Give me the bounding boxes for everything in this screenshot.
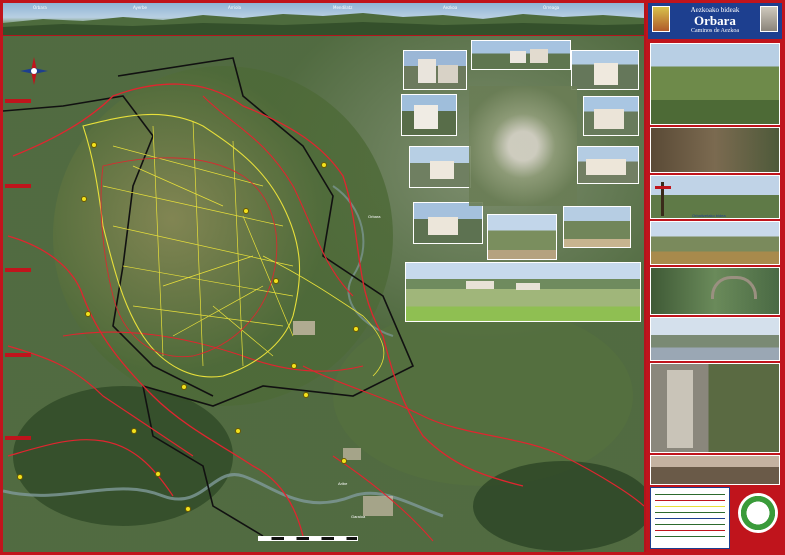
page-title: Orbara	[694, 13, 736, 28]
panorama-strip: Orbara Ayerbe Arriola Mendilatz Aezkoa O…	[3, 3, 644, 35]
legend-line	[655, 512, 725, 513]
waypoint-marker[interactable]	[243, 208, 249, 214]
waypoint-marker[interactable]	[273, 278, 279, 284]
village-photo[interactable]	[401, 94, 457, 136]
edge-label	[5, 184, 31, 188]
village-aerial-inset	[469, 86, 577, 206]
aerial-map[interactable]: Orbara Aribe Garaioa	[3, 36, 644, 552]
waypoint-marker[interactable]	[341, 458, 347, 464]
place-label: Orbara	[368, 214, 381, 219]
waypoint-marker[interactable]	[17, 474, 23, 480]
waypoint-marker[interactable]	[85, 311, 91, 317]
waypoint-marker[interactable]	[321, 162, 327, 168]
waypoint-marker[interactable]	[303, 392, 309, 398]
edge-label	[5, 353, 31, 357]
title-box: Aezkoako bideak Orbara Caminos de Aezkoa	[648, 3, 782, 39]
village-photo[interactable]	[403, 50, 467, 90]
village-photo[interactable]	[409, 146, 471, 188]
village-photo[interactable]	[413, 202, 483, 244]
landscape-photo[interactable]	[563, 206, 631, 248]
sidebar-photo[interactable]	[650, 221, 780, 265]
village-photo[interactable]	[571, 50, 639, 90]
sidebar-photo[interactable]	[650, 455, 780, 485]
legend-line	[655, 536, 725, 537]
sidebar-photo[interactable]	[650, 317, 780, 361]
village-photo[interactable]	[471, 40, 571, 70]
legend-box	[650, 487, 730, 549]
panorama-photo[interactable]	[405, 262, 641, 322]
waypoint-marker[interactable]	[81, 196, 87, 202]
edge-label	[5, 436, 31, 440]
panorama-label: Arriola	[228, 5, 242, 10]
waypoint-marker[interactable]	[131, 428, 137, 434]
legend-line	[655, 524, 725, 525]
sidebar: Aezkoako bideak Orbara Caminos de Aezkoa…	[646, 3, 782, 552]
waypoint-marker[interactable]	[291, 363, 297, 369]
panorama-label: Aezkoa	[443, 5, 458, 10]
title-subtitle: Caminos de Aezkoa	[691, 28, 739, 34]
waypoint-marker[interactable]	[353, 326, 359, 332]
bideak-logo-icon	[738, 493, 778, 533]
panorama-label: Orbara	[33, 5, 47, 10]
panorama-label: Ayerbe	[133, 5, 147, 10]
village-photo[interactable]	[583, 96, 639, 136]
scale-bar	[258, 536, 358, 541]
waypoint-marker[interactable]	[91, 142, 97, 148]
village-photo[interactable]	[577, 146, 639, 184]
waypoint-marker[interactable]	[185, 506, 191, 512]
legend-line	[655, 518, 725, 519]
legend-line	[655, 500, 725, 501]
panorama-label: Orreaga	[543, 5, 560, 10]
landscape-photo[interactable]	[487, 214, 557, 260]
waypoint-marker[interactable]	[155, 471, 161, 477]
legend-line	[655, 530, 725, 531]
sidebar-photo[interactable]	[650, 267, 780, 315]
edge-label	[5, 268, 31, 272]
legend-line	[655, 494, 725, 495]
sidebar-photo[interactable]	[650, 127, 780, 173]
waypoint-marker[interactable]	[235, 428, 241, 434]
place-label: Aribe	[338, 481, 348, 486]
sidebar-photo[interactable]	[650, 43, 780, 125]
waypoint-marker[interactable]	[181, 384, 187, 390]
edge-label	[5, 99, 31, 103]
place-label: Garaioa	[351, 514, 366, 519]
legend-line	[655, 506, 725, 507]
compass-rose-icon	[20, 57, 48, 85]
photo-caption: Orbaitzetako bidea	[692, 213, 726, 218]
panorama-label: Mendilatz	[333, 5, 353, 10]
sidebar-photo[interactable]	[650, 363, 780, 453]
